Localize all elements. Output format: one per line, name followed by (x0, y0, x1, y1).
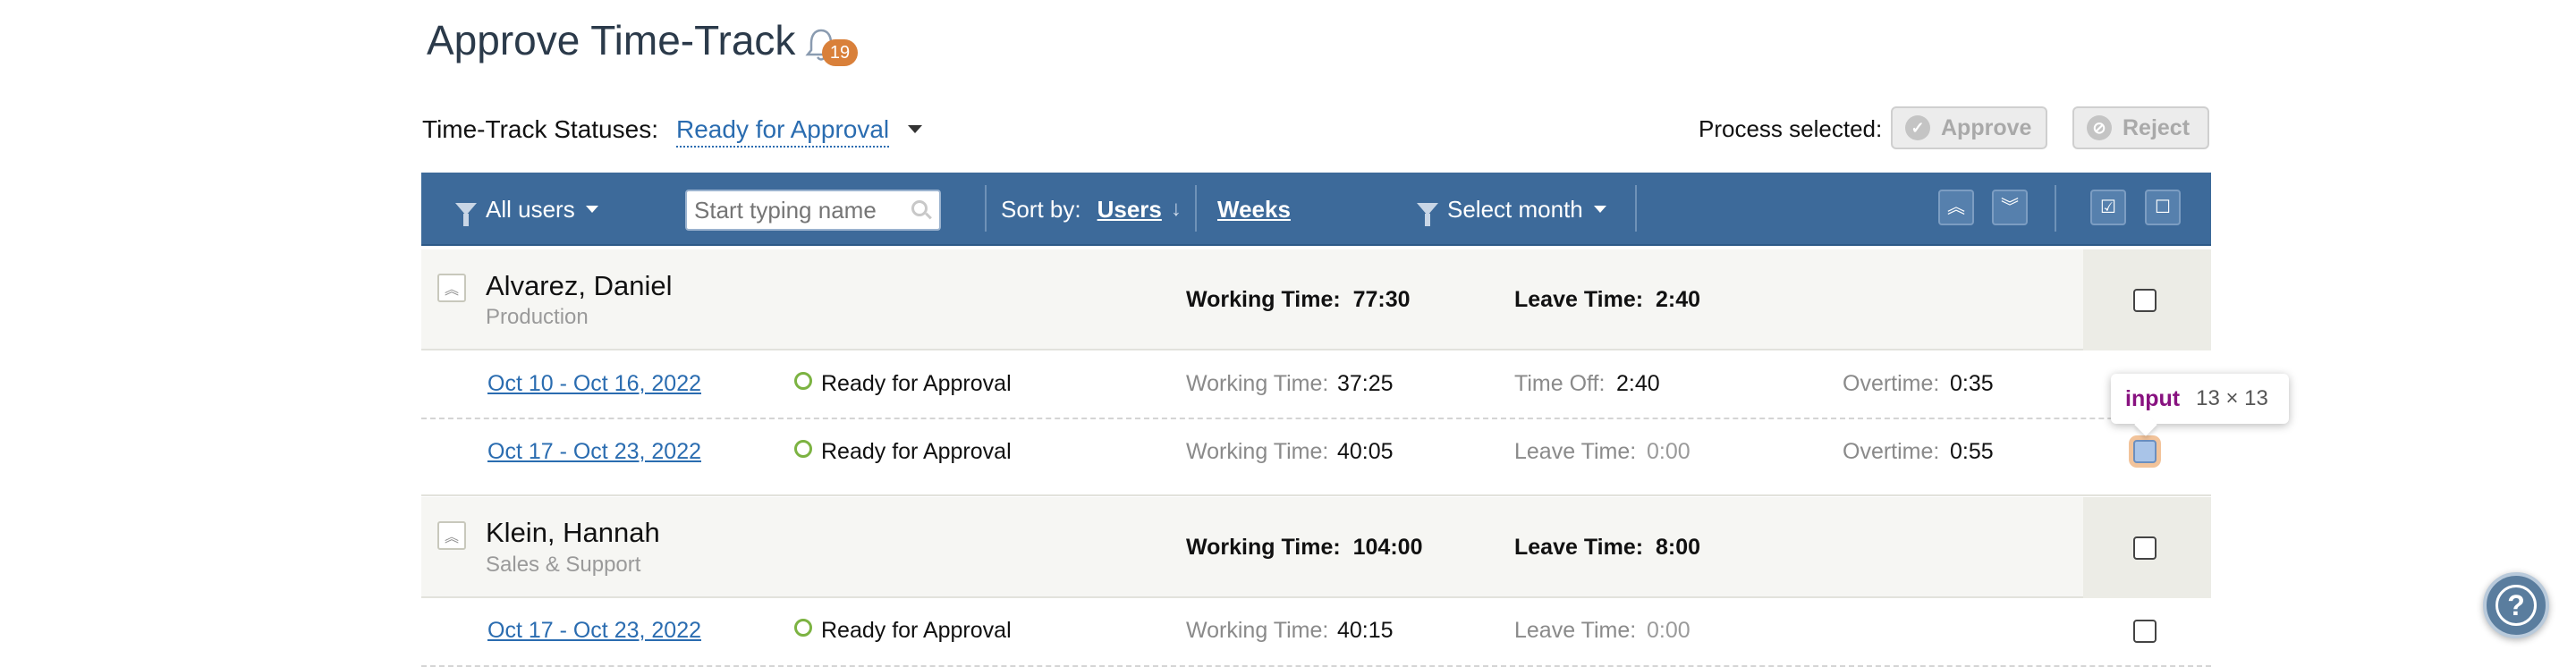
user-department: Production (486, 305, 589, 329)
filter-icon (455, 203, 477, 226)
week-checkbox[interactable] (2133, 440, 2157, 463)
month-filter-label: Select month (1447, 195, 1583, 223)
working-time-value: 40:15 (1337, 618, 1394, 643)
week-checkbox[interactable] (2133, 620, 2157, 643)
expand-all-button[interactable]: ︾ (1992, 190, 2028, 225)
toolbar-divider (1635, 185, 1637, 232)
page-title: Approve Time-Track (427, 17, 796, 63)
status-ok-icon (794, 372, 812, 390)
double-chevron-up-icon: ︽ (1947, 198, 1965, 217)
overtime-label: Overtime: (1843, 371, 1940, 396)
collapse-group-button[interactable]: ︽ (437, 274, 466, 302)
user-name: Alvarez, Daniel (486, 270, 673, 301)
tooltip-tag: input (2125, 385, 2181, 411)
help-button[interactable]: ? (2483, 572, 2549, 638)
sort-by: Sort by: Users ↓ (1001, 173, 1182, 246)
status-ok-icon (794, 440, 812, 458)
group-checkbox[interactable] (2133, 536, 2157, 560)
week-row: Oct 17 - Oct 23, 2022 Ready for Approval… (421, 419, 2211, 496)
week-status: Ready for Approval (821, 371, 1012, 396)
status-filter-dropdown[interactable]: Ready for Approval (676, 115, 890, 148)
working-time-label: Working Time: (1186, 439, 1329, 464)
time-off-value: 2:40 (1616, 371, 1660, 396)
week-range-link[interactable]: Oct 17 - Oct 23, 2022 (487, 618, 701, 644)
sort-weeks-link[interactable]: Weeks (1217, 196, 1291, 224)
search-icon (911, 200, 928, 216)
week-range-link[interactable]: Oct 17 - Oct 23, 2022 (487, 439, 701, 465)
user-group-row: ︽ Alvarez, Daniel Production Working Tim… (421, 249, 2211, 350)
time-off-label: Time Off: (1514, 371, 1606, 396)
arrow-down-icon[interactable]: ↓ (1171, 197, 1182, 222)
chevron-down-icon (1593, 206, 1606, 213)
leave-time-label: Leave Time: (1514, 439, 1637, 464)
double-chevron-up-icon: ︽ (444, 283, 459, 298)
leave-time-value: 0:00 (1647, 439, 1690, 464)
chevron-down-icon[interactable] (908, 125, 922, 133)
chevron-down-icon (585, 206, 598, 213)
reject-button-label: Reject (2123, 114, 2190, 140)
group-working-time: Working Time: 104:00 (1186, 535, 1423, 560)
users-filter-label: All users (486, 195, 575, 223)
sort-label: Sort by: (1001, 195, 1081, 223)
toolbar-divider (2055, 185, 2056, 232)
month-filter-dropdown[interactable]: Select month (1417, 173, 1606, 246)
sort-weeks[interactable]: Weeks (1217, 173, 1291, 246)
tooltip-dimensions: 13 × 13 (2196, 386, 2268, 410)
double-chevron-up-icon: ︽ (444, 530, 459, 545)
reject-button[interactable]: ⊘ Reject (2072, 106, 2209, 149)
user-department: Sales & Support (486, 553, 641, 577)
week-row: Oct 10 - Oct 16, 2022 Ready for Approval… (421, 351, 2211, 419)
double-chevron-down-icon: ︾ (2001, 198, 2019, 217)
status-ok-icon (794, 619, 812, 637)
empty-box-icon: ☐ (2155, 198, 2171, 217)
check-circle-icon: ✓ (1905, 115, 1930, 140)
group-working-time: Working Time: 77:30 (1186, 287, 1411, 312)
user-group-row: ︽ Klein, Hannah Sales & Support Working … (421, 497, 2211, 598)
group-leave-time: Leave Time: 2:40 (1514, 287, 1701, 312)
working-time-label: Working Time: (1186, 371, 1329, 396)
checked-box-icon: ☑ (2100, 198, 2116, 217)
question-icon: ? (2496, 585, 2537, 626)
working-time-value: 40:05 (1337, 439, 1394, 464)
filter-icon (1417, 203, 1438, 226)
status-filter-label: Time-Track Statuses: (422, 115, 658, 143)
overtime-value: 0:35 (1950, 371, 1994, 396)
select-all-button[interactable]: ☑ (2090, 190, 2126, 225)
notification-badge: 19 (822, 39, 858, 66)
collapse-all-button[interactable]: ︽ (1938, 190, 1974, 225)
toolbar-divider (1195, 185, 1197, 232)
element-inspector-tooltip: input 13 × 13 (2111, 374, 2289, 424)
sort-users-link[interactable]: Users (1097, 196, 1162, 224)
working-time-label: Working Time: (1186, 618, 1329, 643)
approve-button-label: Approve (1941, 114, 2032, 140)
leave-time-value: 0:00 (1647, 618, 1690, 643)
week-range-link[interactable]: Oct 10 - Oct 16, 2022 (487, 371, 701, 397)
week-status: Ready for Approval (821, 618, 1012, 643)
toolbar-divider (985, 185, 987, 232)
approve-button[interactable]: ✓ Approve (1891, 106, 2047, 149)
block-icon: ⊘ (2087, 115, 2112, 140)
deselect-all-button[interactable]: ☐ (2145, 190, 2181, 225)
user-name: Klein, Hannah (486, 517, 660, 548)
process-selected-label: Process selected: (1699, 115, 1883, 142)
overtime-label: Overtime: (1843, 439, 1940, 464)
week-status: Ready for Approval (821, 439, 1012, 464)
users-filter-dropdown[interactable]: All users (455, 173, 598, 246)
week-row: Oct 17 - Oct 23, 2022 Ready for Approval… (421, 599, 2211, 667)
overtime-value: 0:55 (1950, 439, 1994, 464)
group-leave-time: Leave Time: 8:00 (1514, 535, 1701, 560)
search-input[interactable] (685, 190, 941, 231)
working-time-value: 37:25 (1337, 371, 1394, 396)
collapse-group-button[interactable]: ︽ (437, 521, 466, 550)
leave-time-label: Leave Time: (1514, 618, 1637, 643)
group-checkbox[interactable] (2133, 289, 2157, 312)
